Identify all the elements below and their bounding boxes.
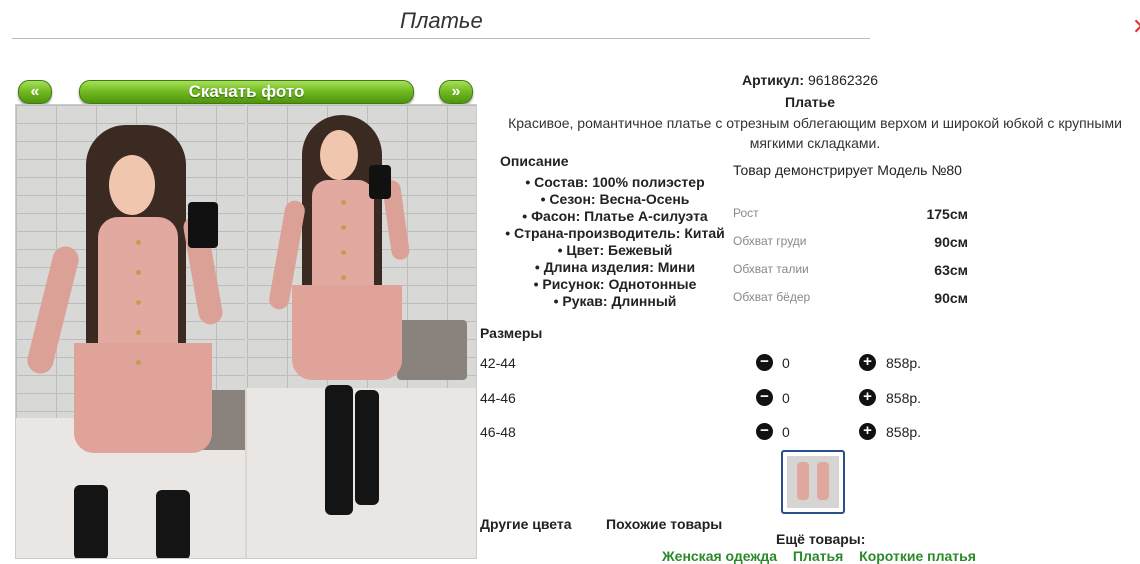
- close-icon[interactable]: ✕: [1132, 14, 1140, 40]
- plus-circle-icon[interactable]: +: [859, 354, 876, 371]
- size-quantity: 0: [782, 424, 790, 440]
- size-quantity: 0: [782, 390, 790, 406]
- spec-item: Цвет: Бежевый: [480, 242, 750, 259]
- model-info: Товар демонстрирует Модель №80: [733, 162, 962, 178]
- prev-photo-button[interactable]: «: [18, 80, 52, 104]
- page-title: Платье: [400, 8, 483, 33]
- category-link[interactable]: Женская одежда: [662, 548, 777, 564]
- size-row: 42-44 − 0 + 858р.: [480, 353, 980, 375]
- plus-circle-icon[interactable]: +: [859, 423, 876, 440]
- size-quantity: 0: [782, 355, 790, 371]
- measurement-row: Обхват талии 63см: [733, 262, 968, 282]
- minus-circle-icon[interactable]: −: [756, 423, 773, 440]
- next-photo-button[interactable]: »: [439, 80, 473, 104]
- size-name: 44-46: [480, 390, 516, 406]
- measurement-row: Обхват груди 90см: [733, 234, 968, 254]
- measurement-label: Обхват бёдер: [733, 290, 811, 304]
- plus-circle-icon[interactable]: +: [859, 389, 876, 406]
- specs-title: Описание: [500, 153, 569, 169]
- measurement-row: Обхват бёдер 90см: [733, 290, 968, 310]
- photo-front-view: [16, 105, 245, 558]
- size-name: 42-44: [480, 355, 516, 371]
- more-products-heading: Ещё товары:: [776, 531, 866, 547]
- specs-list: Состав: 100% полиэстер Сезон: Весна-Осен…: [480, 174, 750, 310]
- spec-item: Страна-производитель: Китай: [480, 225, 750, 242]
- spec-item: Длина изделия: Мини: [480, 259, 750, 276]
- size-price: 858р.: [886, 390, 922, 406]
- product-description: Красивое, романтичное платье с отрезным …: [508, 115, 1122, 151]
- category-links: Женская одежда Платья Короткие платья: [662, 548, 988, 564]
- article-label: Артикул:: [741, 72, 805, 88]
- measurement-label: Обхват груди: [733, 234, 807, 248]
- size-price: 858р.: [886, 355, 922, 371]
- photo-side-view: [247, 105, 476, 558]
- title-divider: [12, 38, 870, 39]
- photo-thumbnail[interactable]: [781, 450, 845, 514]
- measurement-value: 175см: [926, 206, 968, 222]
- article-value: 961862326: [807, 72, 879, 88]
- measurement-value: 63см: [934, 262, 968, 278]
- size-name: 46-48: [480, 424, 516, 440]
- spec-item: Сезон: Весна-Осень: [480, 191, 750, 208]
- product-photo: [15, 104, 477, 559]
- minus-circle-icon[interactable]: −: [756, 389, 773, 406]
- download-photo-button[interactable]: Скачать фото: [79, 80, 414, 104]
- measurement-value: 90см: [934, 234, 968, 250]
- minus-circle-icon[interactable]: −: [756, 354, 773, 371]
- measurement-label: Обхват талии: [733, 262, 809, 276]
- spec-item: Фасон: Платье А-силуэта: [480, 208, 750, 225]
- measurement-label: Рост: [733, 206, 759, 220]
- spec-item: Состав: 100% полиэстер: [480, 174, 750, 191]
- spec-item: Рукав: Длинный: [480, 293, 750, 310]
- spec-item: Рисунок: Однотонные: [480, 276, 750, 293]
- category-link[interactable]: Короткие платья: [859, 548, 976, 564]
- size-row: 44-46 − 0 + 858р.: [480, 388, 980, 410]
- category-link[interactable]: Платья: [793, 548, 843, 564]
- size-price: 858р.: [886, 424, 922, 440]
- measurement-value: 90см: [934, 290, 968, 306]
- article-line: Артикул: 961862326: [480, 72, 1140, 88]
- sizes-title: Размеры: [480, 325, 543, 341]
- measurement-row: Рост 175см: [733, 206, 968, 226]
- other-colors-heading: Другие цвета: [480, 516, 572, 532]
- similar-products-heading: Похожие товары: [606, 516, 723, 532]
- size-row: 46-48 − 0 + 858р.: [480, 422, 980, 444]
- product-name: Платье: [785, 94, 835, 110]
